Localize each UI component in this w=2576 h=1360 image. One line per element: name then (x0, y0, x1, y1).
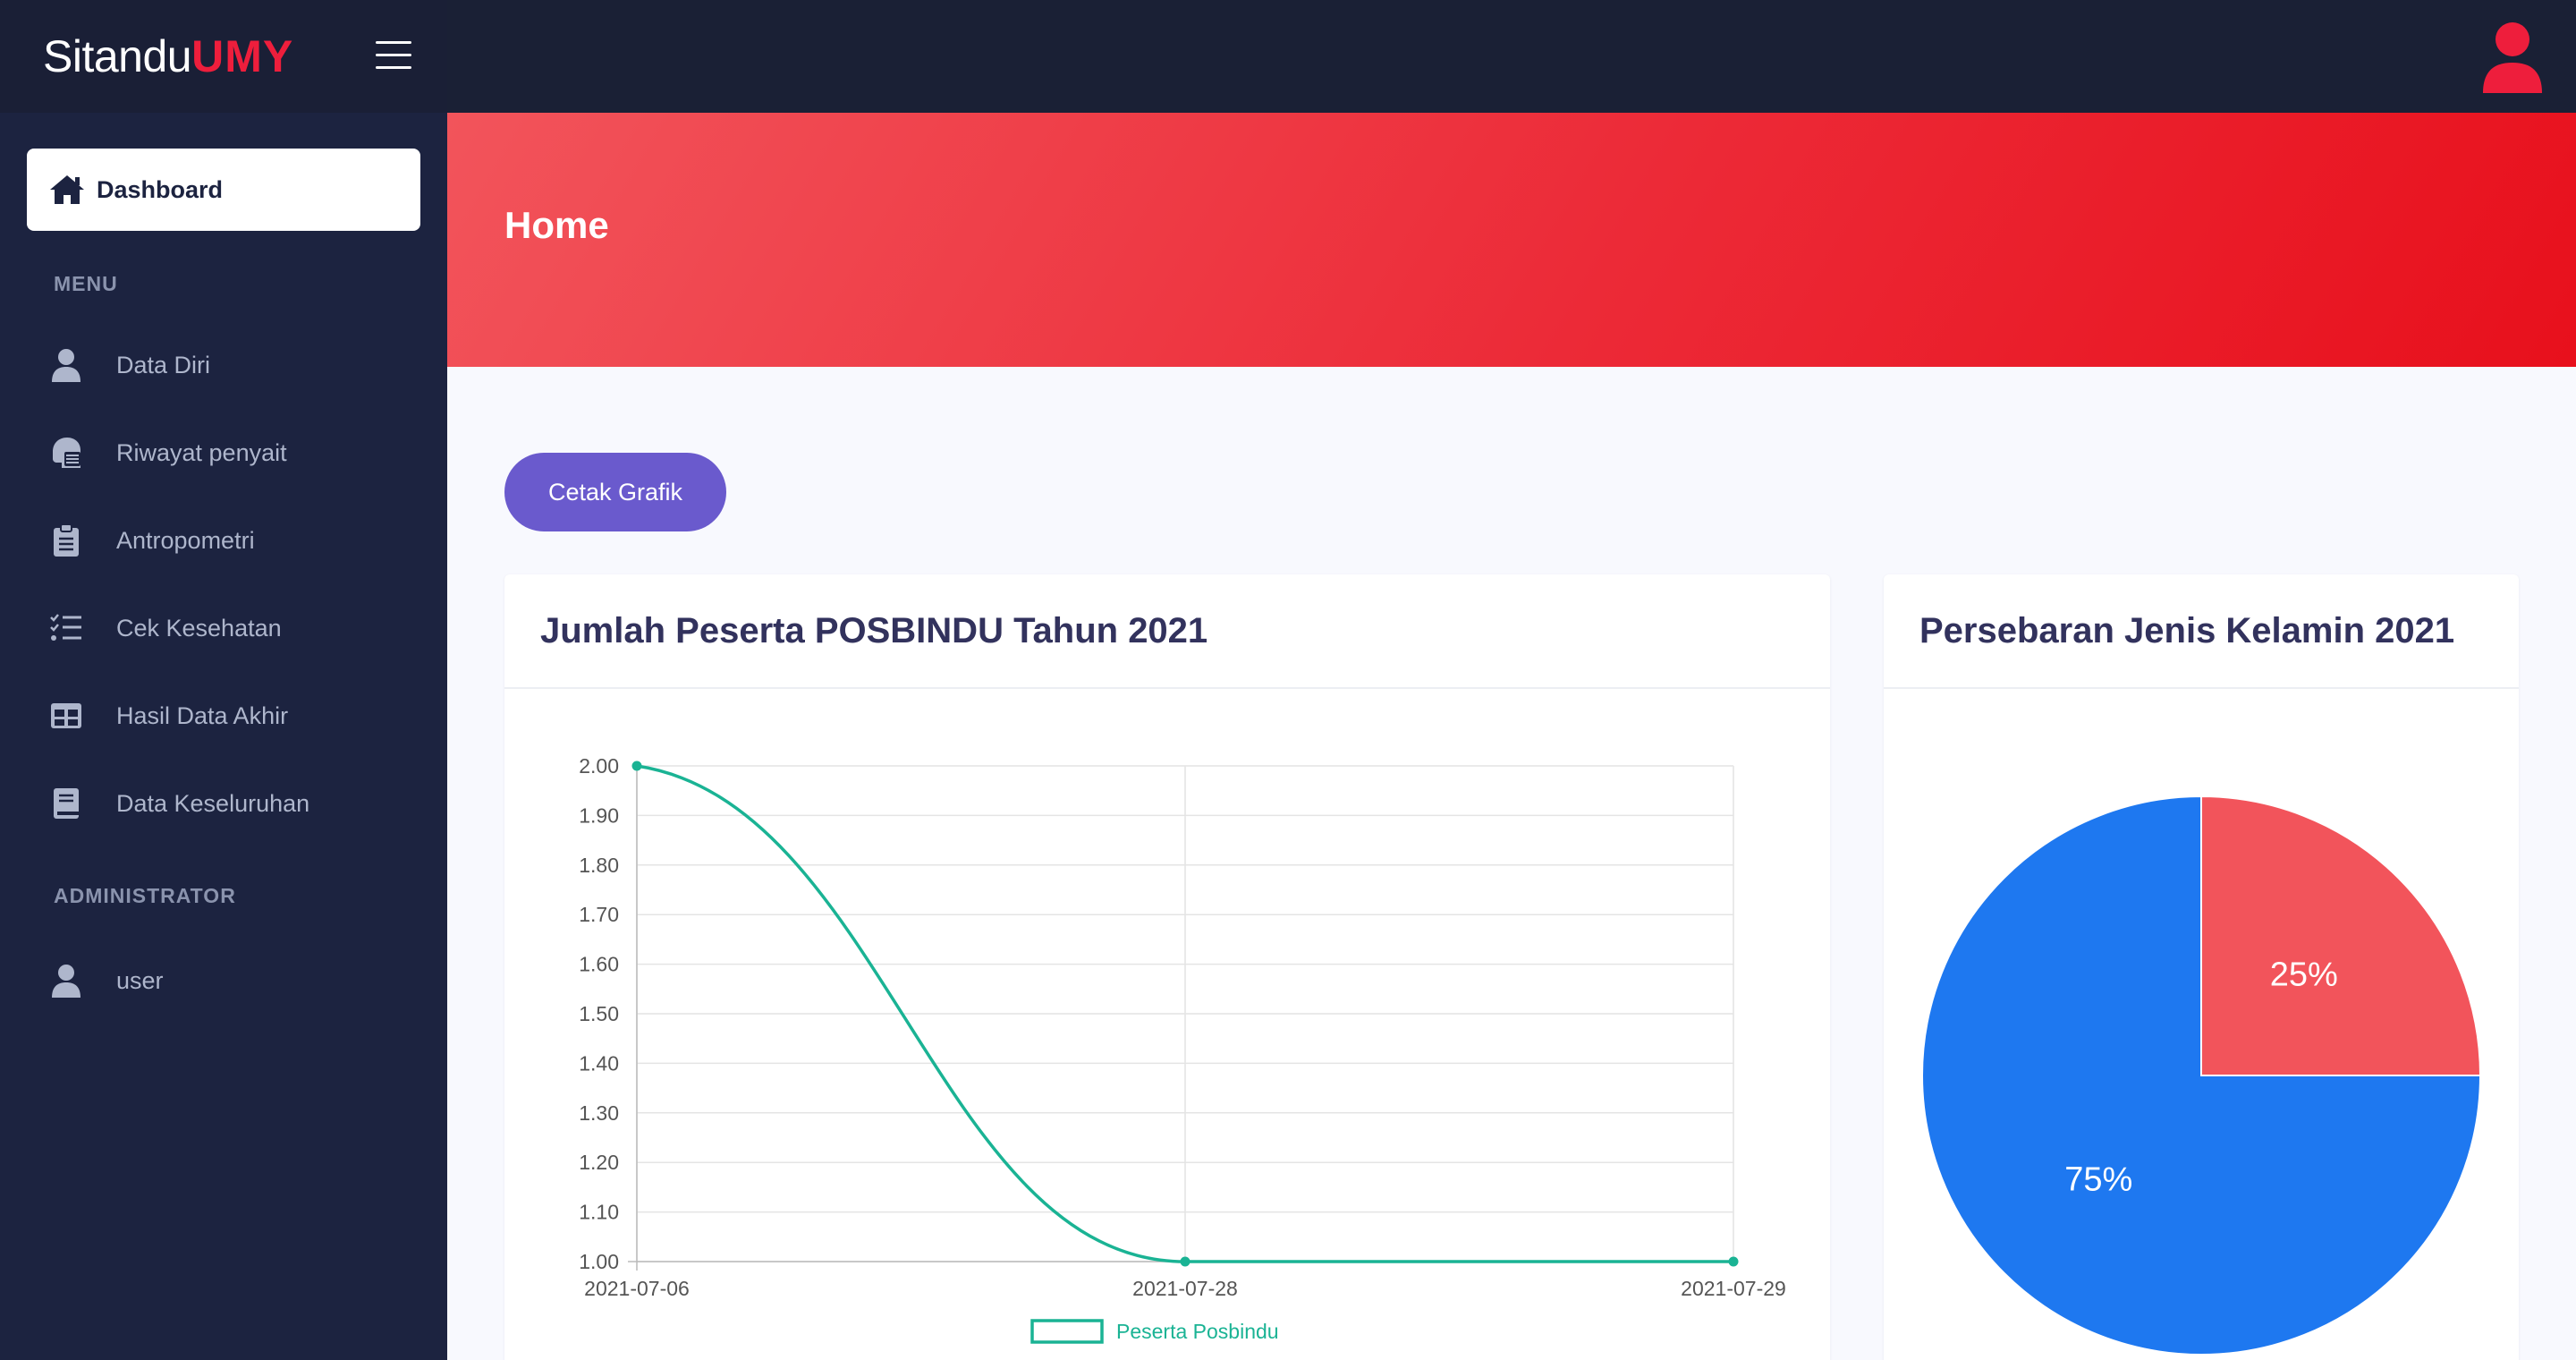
sidebar-item-label: Data Diri (116, 351, 211, 378)
pie-slice-label: 25% (2270, 956, 2338, 993)
y-tick-label: 1.00 (579, 1250, 619, 1273)
y-tick-label: 1.90 (579, 803, 619, 827)
sidebar-item-data-keseluruhan[interactable]: Data Keseluruhan (48, 777, 424, 830)
y-tick-label: 1.70 (579, 903, 619, 926)
head-side-mask-icon (48, 435, 84, 471)
page-header-banner: Home (447, 113, 2576, 367)
sidebar-item-dashboard[interactable]: Dashboard (27, 149, 420, 231)
user-icon (48, 347, 84, 383)
sidebar-item-hasil-data-akhir[interactable]: Hasil Data Akhir (48, 689, 424, 743)
sidebar-item-cek-kesehatan[interactable]: Cek Kesehatan (48, 601, 424, 655)
sidebar-item-label: Antropometri (116, 526, 255, 554)
pie-slice (2200, 795, 2482, 1076)
book-icon (48, 786, 84, 821)
sidebar-item-antropometri[interactable]: Antropometri (48, 514, 424, 567)
print-chart-button[interactable]: Cetak Grafik (504, 453, 726, 531)
top-navbar (447, 0, 2576, 113)
data-point (1180, 1256, 1191, 1267)
pie-chart: 25% 75% (1921, 795, 2482, 1356)
y-tick-label: 1.30 (579, 1101, 619, 1125)
x-tick-label: 2021-07-28 (1132, 1277, 1238, 1300)
y-tick-label: 1.60 (579, 953, 619, 976)
pie-slice-label: 75% (2064, 1161, 2132, 1199)
line-chart-title: Jumlah Peserta POSBINDU Tahun 2021 (540, 610, 1208, 650)
table-icon (48, 698, 84, 734)
line-chart: 2.00 1.90 1.80 1.70 1.60 1.50 1.40 1.30 1.20 1.10… (579, 754, 1786, 1344)
sidebar-item-label: Riwayat penyait (116, 438, 287, 466)
y-tick-label: 1.40 (579, 1051, 619, 1075)
pie-chart-card: Persebaran Jenis Kelamin 2021 25% 75% (1884, 574, 2519, 1360)
home-icon (48, 172, 93, 208)
sidebar-item-data-diri[interactable]: Data Diri (48, 338, 424, 392)
tasks-icon (48, 610, 84, 646)
pie-chart-title: Persebaran Jenis Kelamin 2021 (1919, 610, 2455, 650)
sidebar-item-label: user (116, 966, 164, 994)
legend-label: Peserta Posbindu (1116, 1320, 1279, 1343)
y-tick-label: 2.00 (579, 754, 619, 778)
sidebar-item-label: Hasil Data Akhir (116, 701, 289, 729)
sidebar-item-label: Data Keseluruhan (116, 789, 310, 817)
x-tick-label: 2021-07-29 (1681, 1277, 1786, 1300)
page-title: Home (504, 204, 609, 246)
line-chart-card: Jumlah Peserta POSBINDU Tahun 2021 2.00 1… (504, 574, 1830, 1360)
sidebar-section-administrator: ADMINISTRATOR (54, 884, 236, 907)
brand-logo: SitanduUMY (43, 30, 293, 82)
data-point (1728, 1256, 1739, 1267)
sidebar-item-label: Dashboard (97, 175, 224, 203)
y-tick-label: 1.10 (579, 1201, 619, 1224)
sidebar: SitanduUMY Dashboard MENU Data Diri Riwa… (0, 0, 447, 1360)
card-header: Persebaran Jenis Kelamin 2021 (1884, 574, 2519, 689)
brand-accent: UMY (191, 31, 294, 81)
user-icon (48, 963, 84, 999)
legend-swatch (1030, 1319, 1104, 1344)
brand-name: Sitandu (43, 31, 192, 81)
sidebar-item-riwayat-penyait[interactable]: Riwayat penyait (48, 426, 424, 480)
hamburger-menu-icon[interactable] (376, 41, 411, 70)
x-tick-label: 2021-07-06 (584, 1277, 690, 1300)
sidebar-section-menu: MENU (54, 272, 118, 295)
sidebar-item-user[interactable]: user (48, 954, 424, 1007)
clipboard-list-icon (48, 523, 84, 558)
data-point (631, 761, 642, 771)
y-tick-label: 1.80 (579, 854, 619, 877)
user-avatar-icon[interactable] (2481, 21, 2544, 93)
card-header: Jumlah Peserta POSBINDU Tahun 2021 (504, 574, 1830, 689)
sidebar-item-label: Cek Kesehatan (116, 614, 282, 642)
y-tick-label: 1.20 (579, 1151, 619, 1174)
y-tick-label: 1.50 (579, 1002, 619, 1025)
